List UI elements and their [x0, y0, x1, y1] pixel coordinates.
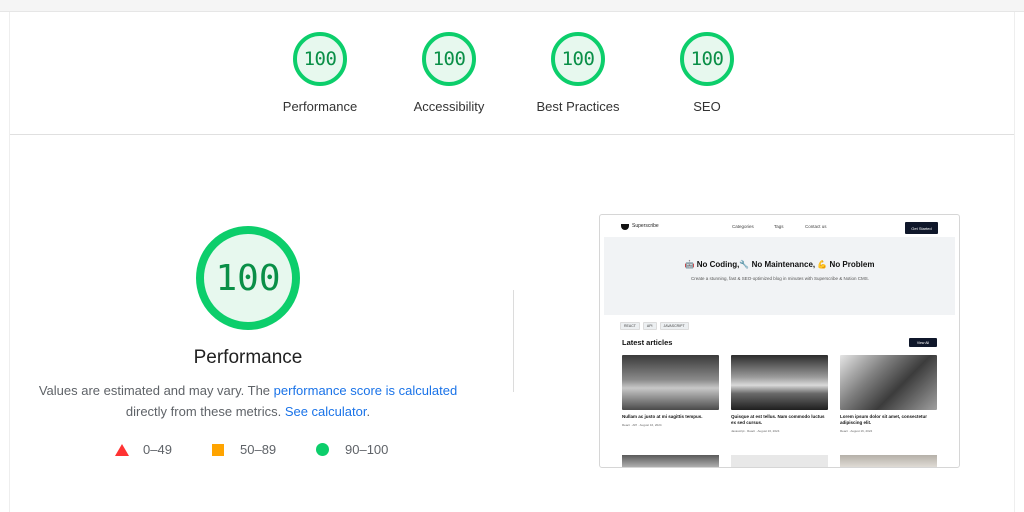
screenshot-hero-subtitle: Create a stunning, fast & SEO-optimized … — [690, 276, 870, 281]
card-title: Nullam ac justo at mi sagittis tempus. — [622, 414, 703, 419]
legend-pass: 90–100 — [316, 442, 388, 457]
screenshot-card: Lorem ipsum dolor sit amet, consectetur … — [840, 355, 937, 433]
screenshot-brand: Superscribe — [632, 223, 659, 229]
score-ring: 100 — [422, 32, 476, 86]
screenshot-view-all: View All — [909, 338, 937, 347]
card-image — [840, 355, 937, 410]
legend-average: 50–89 — [212, 442, 276, 457]
score-value: 100 — [690, 48, 724, 70]
card-meta: React · API · August 16, 2024 — [622, 423, 662, 427]
card-title: Quisque at est tellus. Nam commodo luctu… — [731, 414, 825, 425]
performance-score: 100 — [215, 257, 281, 299]
page-screenshot: Superscribe Categories Tags Contact us G… — [599, 214, 960, 468]
gauge-label: Best Practices — [536, 99, 620, 114]
gauge-accessibility[interactable]: 100 Accessibility — [384, 32, 514, 114]
legend-label: 0–49 — [143, 442, 172, 457]
card-image — [731, 355, 828, 410]
card-image — [622, 455, 719, 467]
screenshot-tag: REACT — [620, 322, 640, 330]
card-meta: React · August 16, 2024 — [840, 429, 873, 433]
score-value: 100 — [432, 48, 466, 70]
triangle-icon — [115, 443, 129, 456]
score-value: 100 — [561, 48, 595, 70]
circle-icon — [316, 443, 329, 456]
desc-text: Values are estimated and may vary. The — [38, 383, 274, 398]
gauge-label: Performance — [282, 99, 358, 114]
performance-description: Values are estimated and may vary. The p… — [20, 380, 476, 422]
card-image — [731, 455, 828, 467]
section-divider — [10, 134, 1014, 135]
legend-fail: 0–49 — [115, 442, 172, 457]
screenshot-cta: Get Started — [905, 222, 938, 234]
card-image — [840, 455, 937, 467]
legend-label: 50–89 — [240, 442, 277, 457]
card-title: Lorem ipsum dolor sit amet, consectetur … — [840, 414, 928, 425]
summary-gauges: 100 Performance 100 Accessibility 100 Be… — [0, 32, 1024, 127]
square-icon — [212, 443, 224, 456]
logo-icon — [621, 224, 629, 230]
gauge-label: SEO — [693, 99, 721, 114]
gauge-best-practices[interactable]: 100 Best Practices — [513, 32, 643, 114]
score-legend: 0–49 50–89 90–100 — [0, 442, 500, 462]
screenshot-nav-item: Contact us — [805, 224, 827, 229]
score-ring: 100 — [551, 32, 605, 86]
screenshot-nav: Superscribe Categories Tags Contact us G… — [600, 215, 959, 237]
score-value: 100 — [303, 48, 337, 70]
screenshot-latest-heading: Latest articles — [622, 338, 673, 347]
desc-text: directly from these metrics. — [125, 404, 285, 419]
gauge-label: Accessibility — [413, 99, 485, 114]
see-calculator-link[interactable]: See calculator — [285, 404, 367, 419]
performance-title: Performance — [193, 347, 303, 368]
score-ring: 100 — [293, 32, 347, 86]
screenshot-tag: API — [642, 322, 657, 330]
performance-gauge: 100 — [196, 226, 300, 330]
card-image — [622, 355, 719, 410]
screenshot-card: Quisque at est tellus. Nam commodo luctu… — [731, 355, 828, 433]
top-bar — [0, 0, 1024, 12]
screenshot-hero-title: 🤖 No Coding,🔧 No Maintenance, 💪 No Probl… — [684, 260, 875, 269]
score-calculated-link[interactable]: performance score is calculated — [274, 383, 458, 398]
screenshot-tag: JAVASCRIPT — [659, 322, 689, 330]
desc-text: . — [366, 404, 371, 419]
legend-label: 90–100 — [345, 442, 389, 457]
screenshot-nav-item: Categories — [732, 224, 754, 229]
screenshot-nav-item: Tags — [774, 224, 784, 229]
gauge-performance[interactable]: 100 Performance — [255, 32, 385, 114]
score-ring: 100 — [680, 32, 734, 86]
screenshot-card: Nullam ac justo at mi sagittis tempus. R… — [622, 355, 719, 427]
card-meta: Javascript · React · August 16, 2024 — [731, 429, 780, 433]
screenshot-tags: REACT API JAVASCRIPT — [620, 322, 689, 330]
vertical-divider — [513, 290, 514, 392]
gauge-seo[interactable]: 100 SEO — [642, 32, 772, 114]
